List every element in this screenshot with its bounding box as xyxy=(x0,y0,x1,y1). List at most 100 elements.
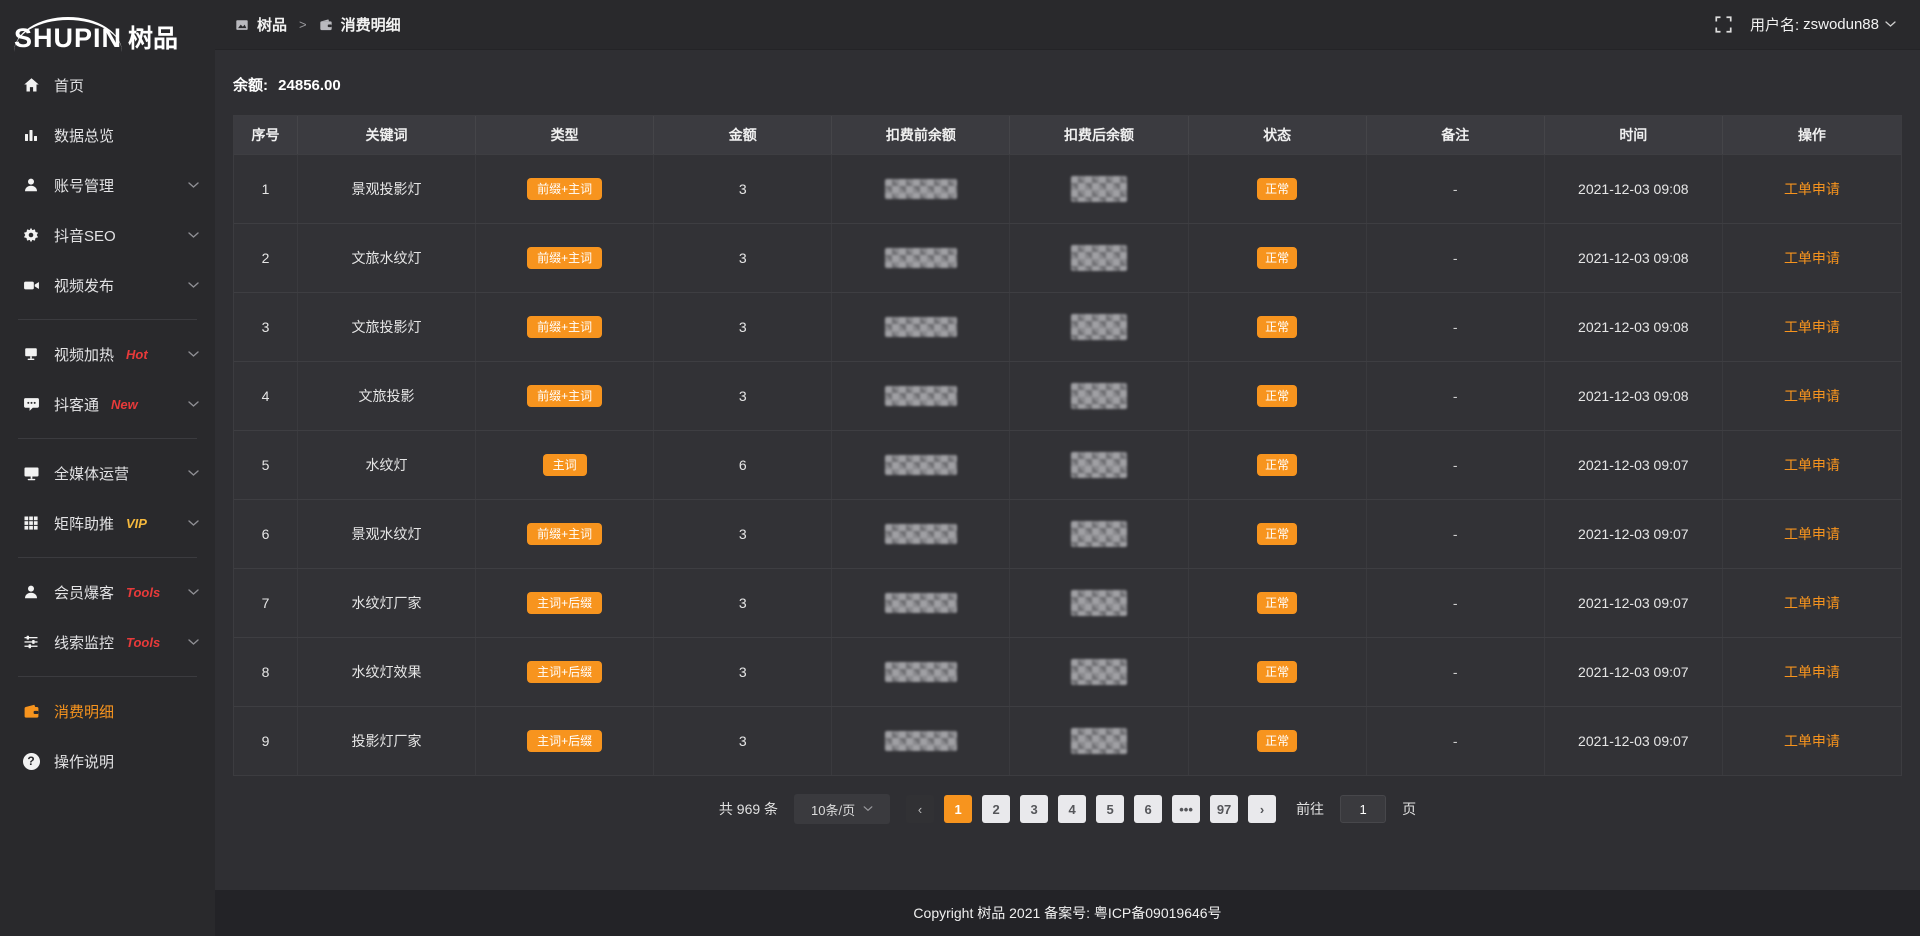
page-button-1[interactable]: 1 xyxy=(944,795,972,823)
sidebar-divider xyxy=(18,676,197,677)
masked-balance-after xyxy=(1071,245,1127,271)
page-button-6[interactable]: 6 xyxy=(1134,795,1162,823)
masked-balance-before xyxy=(885,455,957,475)
cell-time: 2021-12-03 09:07 xyxy=(1545,569,1723,637)
type-badge: 主词 xyxy=(543,454,587,476)
col-header-keyword: 关键词 xyxy=(298,116,476,154)
breadcrumb: 树品 > 消费明细 xyxy=(235,14,401,35)
prev-page-button[interactable]: ‹ xyxy=(906,795,934,823)
consumption-table: 序号 关键词 类型 金额 扣费前余额 扣费后余额 状态 备注 时间 操作 1 景… xyxy=(233,115,1902,776)
page-button-2[interactable]: 2 xyxy=(982,795,1010,823)
app-window: SHUPIN 树品 首页 数据总览 账号管理 抖音SEO xyxy=(0,0,1920,936)
sidebar-item-data-overview[interactable]: 数据总览 xyxy=(0,110,215,160)
breadcrumb-separator: > xyxy=(299,17,307,32)
goto-page-input[interactable] xyxy=(1340,795,1386,823)
ticket-apply-link[interactable]: 工单申请 xyxy=(1784,179,1840,199)
copyright-text: Copyright 树品 2021 备案号: 粤ICP备09019646号 xyxy=(913,903,1221,923)
status-badge: 正常 xyxy=(1257,730,1297,752)
cell-amount: 3 xyxy=(654,362,832,430)
ticket-apply-link[interactable]: 工单申请 xyxy=(1784,455,1840,475)
cell-time: 2021-12-03 09:08 xyxy=(1545,224,1723,292)
cell-no: 6 xyxy=(234,500,298,568)
cell-keyword: 水纹灯效果 xyxy=(298,638,476,706)
sidebar-item-label: 线索监控 xyxy=(54,632,114,653)
chevron-down-icon xyxy=(188,282,199,289)
page-size-select[interactable]: 10条/页 xyxy=(794,794,890,824)
chevron-down-icon xyxy=(188,401,199,408)
chevron-down-icon xyxy=(1885,21,1896,28)
masked-balance-after xyxy=(1071,176,1127,202)
chevron-down-icon xyxy=(188,182,199,189)
ticket-apply-link[interactable]: 工单申请 xyxy=(1784,731,1840,751)
breadcrumb-item-current[interactable]: 消费明细 xyxy=(341,14,401,35)
col-header-amount: 金额 xyxy=(654,116,832,154)
cell-amount: 3 xyxy=(654,500,832,568)
cell-keyword: 景观水纹灯 xyxy=(298,500,476,568)
sidebar-item-help[interactable]: ? 操作说明 xyxy=(0,736,215,786)
page-button-5[interactable]: 5 xyxy=(1096,795,1124,823)
sidebar: SHUPIN 树品 首页 数据总览 账号管理 抖音SEO xyxy=(0,0,215,936)
table-row: 4 文旅投影 前缀+主词 3 正常 - 2021-12-03 09:08 工单申… xyxy=(234,361,1901,430)
masked-balance-before xyxy=(885,593,957,613)
page-button-97[interactable]: 97 xyxy=(1210,795,1238,823)
ticket-apply-link[interactable]: 工单申请 xyxy=(1784,386,1840,406)
cell-remark: - xyxy=(1367,362,1545,430)
question-icon: ? xyxy=(22,752,40,770)
fullscreen-icon[interactable] xyxy=(1715,16,1732,33)
sidebar-item-label: 消费明细 xyxy=(54,701,114,722)
sidebar-item-home[interactable]: 首页 xyxy=(0,60,215,110)
brand-logo[interactable]: SHUPIN 树品 xyxy=(0,0,215,58)
tools-tag: Tools xyxy=(126,635,160,650)
sidebar-item-video-heat[interactable]: 视频加热 Hot xyxy=(0,329,215,379)
ticket-apply-link[interactable]: 工单申请 xyxy=(1784,317,1840,337)
cell-remark: - xyxy=(1367,224,1545,292)
ticket-apply-link[interactable]: 工单申请 xyxy=(1784,248,1840,268)
col-header-balance-before: 扣费前余额 xyxy=(832,116,1010,154)
type-badge: 主词+后缀 xyxy=(527,661,602,683)
cell-remark: - xyxy=(1367,500,1545,568)
sidebar-item-label: 视频发布 xyxy=(54,275,114,296)
type-badge: 前缀+主词 xyxy=(527,316,602,338)
type-badge: 主词+后缀 xyxy=(527,730,602,752)
masked-balance-after xyxy=(1071,590,1127,616)
breadcrumb-item-home[interactable]: 树品 xyxy=(257,14,287,35)
masked-balance-before xyxy=(885,386,957,406)
status-badge: 正常 xyxy=(1257,178,1297,200)
sidebar-item-account[interactable]: 账号管理 xyxy=(0,160,215,210)
sidebar-item-clue-monitor[interactable]: 线索监控 Tools xyxy=(0,617,215,667)
user-menu[interactable]: 用户名: zswodun88 xyxy=(1750,14,1896,35)
hot-tag: Hot xyxy=(126,347,148,362)
cell-time: 2021-12-03 09:07 xyxy=(1545,707,1723,775)
status-badge: 正常 xyxy=(1257,247,1297,269)
sidebar-item-member-burst[interactable]: 会员爆客 Tools xyxy=(0,567,215,617)
ticket-apply-link[interactable]: 工单申请 xyxy=(1784,662,1840,682)
sidebar-divider xyxy=(18,319,197,320)
masked-balance-after xyxy=(1071,452,1127,478)
dashboard-icon xyxy=(235,18,249,32)
status-badge: 正常 xyxy=(1257,523,1297,545)
cell-keyword: 文旅投影 xyxy=(298,362,476,430)
sidebar-item-label: 全媒体运营 xyxy=(54,463,129,484)
ticket-apply-link[interactable]: 工单申请 xyxy=(1784,593,1840,613)
cell-keyword: 水纹灯厂家 xyxy=(298,569,476,637)
sidebar-item-matrix-boost[interactable]: 矩阵助推 VIP xyxy=(0,498,215,548)
ticket-apply-link[interactable]: 工单申请 xyxy=(1784,524,1840,544)
table-row: 2 文旅水纹灯 前缀+主词 3 正常 - 2021-12-03 09:08 工单… xyxy=(234,223,1901,292)
col-header-action: 操作 xyxy=(1723,116,1901,154)
sidebar-item-video-publish[interactable]: 视频发布 xyxy=(0,260,215,310)
next-page-button[interactable]: › xyxy=(1248,795,1276,823)
sidebar-item-media-operation[interactable]: 全媒体运营 xyxy=(0,448,215,498)
sidebar-divider xyxy=(18,557,197,558)
sidebar-item-douketong[interactable]: 抖客通 New xyxy=(0,379,215,429)
sidebar-item-consumption-detail[interactable]: 消费明细 xyxy=(0,686,215,736)
cell-time: 2021-12-03 09:07 xyxy=(1545,500,1723,568)
table-row: 6 景观水纹灯 前缀+主词 3 正常 - 2021-12-03 09:07 工单… xyxy=(234,499,1901,568)
page-button-3[interactable]: 3 xyxy=(1020,795,1048,823)
more-pages-button[interactable]: ••• xyxy=(1172,795,1200,823)
type-badge: 前缀+主词 xyxy=(527,523,602,545)
page-button-4[interactable]: 4 xyxy=(1058,795,1086,823)
sidebar-item-douyin-seo[interactable]: 抖音SEO xyxy=(0,210,215,260)
table-row: 3 文旅投影灯 前缀+主词 3 正常 - 2021-12-03 09:08 工单… xyxy=(234,292,1901,361)
type-badge: 主词+后缀 xyxy=(527,592,602,614)
chevron-down-icon xyxy=(188,351,199,358)
